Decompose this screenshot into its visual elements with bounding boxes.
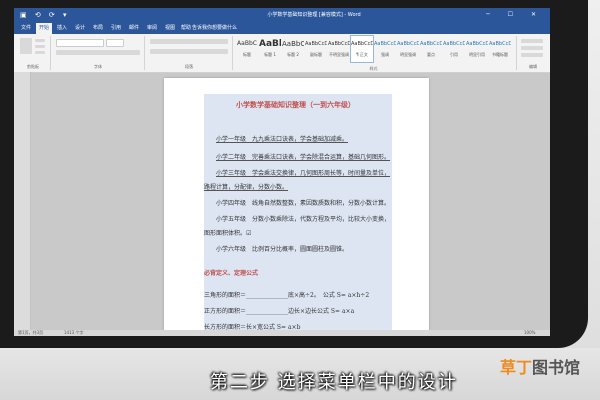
window-title: 小学数学基础知识整理 [兼容模式] - Word (267, 12, 361, 18)
paragraph-group: 段落 (146, 36, 233, 70)
font-name-box[interactable] (56, 39, 104, 47)
style-preview: AaBbCcD (420, 41, 442, 47)
font-group: 字体 (52, 36, 145, 70)
styles-gallery: AaBbC 标题 AaBl 标题 1 AaBbC 标题 2 AaBbCcD 副标题 Aa… (236, 35, 511, 63)
editing-group-label: 编辑 (529, 64, 537, 69)
style-preview: AaBbCcD (305, 41, 327, 47)
style-intense-emphasis[interactable]: AaBbCcD 明显强调 (397, 36, 419, 62)
document-line: 图形面积体积。☑ (204, 230, 252, 237)
style-subtitle[interactable]: AaBbCcD 副标题 (305, 36, 327, 62)
paste-icon[interactable] (20, 38, 32, 54)
window-controls[interactable]: ─ ☐ ✕ (486, 8, 544, 22)
document-line: 小学三年级 学会乘法交换律，几何图形周长等，时间量及单位， (216, 170, 391, 177)
editing-group: 编辑 (516, 36, 549, 70)
style-name: 标题 2 (287, 52, 299, 57)
style-strong[interactable]: AaBbCcD 要点 (420, 36, 442, 62)
tab-layout[interactable]: 布局 (90, 23, 106, 34)
style-preview: AaBbCcD (374, 41, 396, 47)
style-preview: AaBbC (237, 40, 257, 47)
style-name: 要点 (427, 52, 435, 57)
watermark-part: 草丁 (500, 358, 533, 377)
tab-mailings[interactable]: 邮件 (126, 23, 142, 34)
style-preview: AaBbCcD (351, 41, 373, 47)
style-preview: AaBbCcD (466, 41, 488, 47)
style-name: 明显强调 (400, 52, 416, 57)
alignment-buttons[interactable] (150, 49, 228, 54)
style-preview: AaBbCcD (397, 41, 419, 47)
watermark-part: 图书馆 (532, 358, 581, 377)
tab-design[interactable]: 设计 (72, 23, 88, 34)
formula-line: 三角形的面积＝______________底×高÷2。 公式 S= a×h÷2 (204, 292, 370, 299)
style-book-title[interactable]: AaBbCcD 书籍标题 (489, 36, 511, 62)
style-name: 标题 (243, 52, 251, 57)
tab-home[interactable]: 开始 (36, 23, 53, 34)
style-name: 不明显强调 (329, 52, 349, 57)
style-preview: AaBbCcD (443, 41, 465, 47)
zoom-level[interactable]: 100% (524, 330, 535, 336)
tell-me-search[interactable]: 告诉我你想要做什么 (192, 22, 237, 34)
video-subtitle: 第二步 选择菜单栏中的设计 (210, 372, 458, 393)
cut-icon[interactable] (35, 39, 45, 42)
style-heading-2[interactable]: AaBbC 标题 2 (282, 36, 304, 62)
quick-access-toolbar[interactable]: ▣ ⟲ ⟳ ▾ (20, 8, 70, 22)
tab-references[interactable]: 引用 (108, 23, 124, 34)
section-heading: 必背定义、定理公式 (204, 270, 259, 277)
tab-review[interactable]: 审阅 (144, 23, 160, 34)
formula-line: 正方形的面积＝______________边长×边长公式 S= a×a (204, 308, 355, 315)
style-name: ¶ 正文 (356, 52, 368, 57)
style-intense-quote[interactable]: AaBbCcD 明显引用 (466, 36, 488, 62)
style-name: 明显引用 (469, 52, 485, 57)
tab-view[interactable]: 视图 (162, 23, 178, 34)
format-painter-icon[interactable] (35, 51, 45, 54)
word-window: ▣ ⟲ ⟳ ▾ 小学数学基础知识整理 [兼容模式] - Word ─ ☐ ✕ 文… (14, 8, 550, 336)
status-bar: 第1页，共3页 1413 个字 100% (14, 330, 550, 336)
document-title: 小学数学基础知识整理（一到六年级） (236, 100, 355, 109)
replace-icon[interactable] (521, 46, 543, 50)
watermark-logo: 草丁图书馆 (500, 354, 580, 378)
document-line: 小学一年级 九九乘法口诀表，学会基础加减乘。 (216, 136, 349, 143)
ribbon: 剪贴板 字体 段落 AaBbC 标题 AaBl 标题 1 AaBbC 标题 2 AaB… (14, 34, 550, 73)
monitor-bezel: ▣ ⟲ ⟳ ▾ 小学数学基础知识整理 [兼容模式] - Word ─ ☐ ✕ 文… (0, 0, 588, 348)
page-count[interactable]: 第1页，共3页 (18, 330, 43, 336)
tab-file[interactable]: 文件 (18, 23, 34, 34)
style-name: 强调 (381, 52, 389, 57)
style-name: 标题 1 (264, 52, 276, 57)
document-line: 路程计算，分配律，分数小数。 (204, 184, 289, 191)
document-line: 小学五年级 分数小数乘除法，代数方程及平均，比较大小变换， (216, 216, 391, 223)
paragraph-group-label: 段落 (185, 64, 193, 69)
style-emphasis[interactable]: AaBbCcD 强调 (374, 36, 396, 62)
style-heading-1[interactable]: AaBl 标题 1 (259, 36, 281, 62)
style-preview: AaBbCcD (328, 41, 350, 47)
ribbon-tabs: 文件 开始 插入 设计 布局 引用 邮件 审阅 视图 帮助 告诉我你想要做什么 (14, 22, 550, 34)
styles-group-label: 样式 (369, 66, 378, 71)
style-preview: AaBbC (282, 40, 304, 48)
clipboard-group-label: 剪贴板 (27, 64, 39, 69)
style-name: 书籍标题 (492, 52, 508, 57)
copy-icon[interactable] (35, 45, 45, 48)
clipboard-group: 剪贴板 (16, 36, 51, 70)
find-icon[interactable] (521, 39, 543, 43)
document-line: 小学六年级 比例百分比概率，圆面圆柱及圆锥。 (216, 246, 349, 253)
style-name: 引用 (450, 52, 458, 57)
style-normal[interactable]: AaBbCcD ¶ 正文 (350, 35, 374, 63)
document-page[interactable]: 小学数学基础知识整理（一到六年级） 小学一年级 九九乘法口诀表，学会基础加减乘。… (164, 78, 429, 336)
font-format-buttons[interactable] (56, 50, 140, 55)
list-buttons[interactable] (150, 39, 228, 44)
word-count[interactable]: 1413 个字 (64, 330, 83, 336)
style-title[interactable]: AaBbC 标题 (236, 36, 258, 62)
font-group-label: 字体 (94, 64, 102, 69)
tab-insert[interactable]: 插入 (54, 23, 70, 34)
style-preview: AaBbCcD (489, 41, 511, 47)
navigation-pane[interactable] (14, 72, 31, 330)
font-size-box[interactable] (106, 39, 124, 47)
style-name: 副标题 (310, 52, 322, 57)
style-subtle-emphasis[interactable]: AaBbCcD 不明显强调 (328, 36, 350, 62)
document-line: 小学二年级 完善乘法口诀表，学会除混合运算，基础几何图形。 (216, 154, 391, 161)
select-icon[interactable] (521, 53, 543, 57)
document-line: 小学四年级 线角自然数整数，素因数质数和积，分数小数计算。 (216, 200, 391, 207)
style-preview: AaBl (259, 39, 281, 49)
title-bar: ▣ ⟲ ⟳ ▾ 小学数学基础知识整理 [兼容模式] - Word ─ ☐ ✕ (14, 8, 550, 22)
style-quote[interactable]: AaBbCcD 引用 (443, 36, 465, 62)
